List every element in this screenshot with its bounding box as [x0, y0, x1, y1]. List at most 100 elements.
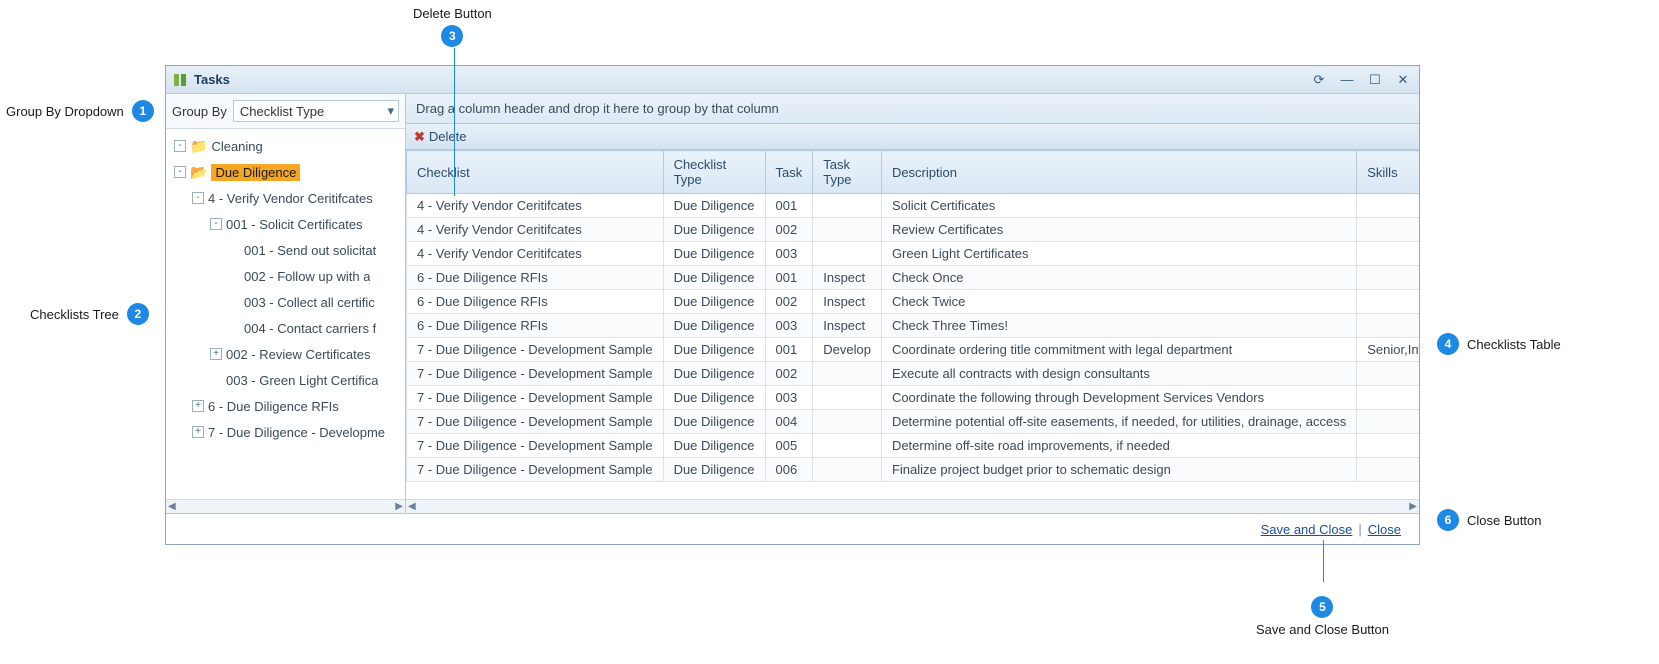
column-header[interactable]: Skills [1357, 151, 1419, 194]
table-row[interactable]: 6 - Due Diligence RFIsDue Diligence001In… [407, 266, 1420, 290]
expand-icon[interactable]: + [192, 426, 204, 438]
table-cell: 002 [765, 290, 813, 314]
delete-icon[interactable]: ✖ [414, 129, 425, 145]
groupby-dropdown[interactable]: Checklist Type [233, 100, 399, 122]
collapse-icon[interactable]: - [210, 218, 222, 230]
tree-node[interactable]: -📁Cleaning [174, 133, 405, 159]
maximize-icon[interactable]: ☐ [1365, 71, 1385, 89]
annotation-4: Checklists Table 4 [1437, 333, 1561, 355]
table-row[interactable]: 6 - Due Diligence RFIsDue Diligence002In… [407, 290, 1420, 314]
tree-node[interactable]: +6 - Due Diligence RFIs [192, 393, 405, 419]
scroll-right-icon[interactable]: ▶ [1409, 501, 1417, 512]
folder-open-icon: 📂 [190, 164, 207, 181]
expand-icon[interactable]: + [192, 400, 204, 412]
minimize-icon[interactable]: — [1337, 71, 1357, 89]
leader-line [1323, 540, 1324, 582]
table-row[interactable]: 7 - Due Diligence - Development SampleDu… [407, 458, 1420, 482]
table-cell: Senior,Intermediate [1357, 338, 1419, 362]
annotation-label: Checklists Tree [30, 307, 119, 322]
column-header[interactable]: Checklist [407, 151, 664, 194]
tree-node[interactable]: 004 - Contact carriers f [228, 315, 405, 341]
grid-hscrollbar[interactable]: ◀ ▶ [406, 499, 1419, 513]
table-cell: Develop [813, 338, 882, 362]
table-cell [1357, 410, 1419, 434]
table-cell [813, 386, 882, 410]
annotation-3: Delete Button 3 [413, 6, 492, 47]
tree-node-label: Cleaning [211, 139, 262, 154]
group-drop-area[interactable]: Drag a column header and drop it here to… [406, 94, 1419, 124]
table-cell: 4 - Verify Vendor Ceritifcates [407, 218, 664, 242]
expand-icon[interactable]: + [210, 348, 222, 360]
table-cell: Due Diligence [663, 362, 765, 386]
table-cell: Due Diligence [663, 434, 765, 458]
tree-node[interactable]: 003 - Collect all certific [228, 289, 405, 315]
column-header[interactable]: Description [881, 151, 1356, 194]
table-row[interactable]: 7 - Due Diligence - Development SampleDu… [407, 434, 1420, 458]
delete-button[interactable]: Delete [429, 129, 467, 144]
table-row[interactable]: 7 - Due Diligence - Development SampleDu… [407, 410, 1420, 434]
tree-node-label: 003 - Green Light Certifica [226, 373, 378, 388]
refresh-icon[interactable]: ⟳ [1309, 71, 1329, 89]
column-header[interactable]: Task Type [813, 151, 882, 194]
table-cell [1357, 314, 1419, 338]
table-cell [1357, 290, 1419, 314]
scroll-left-icon[interactable]: ◀ [408, 501, 416, 512]
table-row[interactable]: 7 - Due Diligence - Development SampleDu… [407, 362, 1420, 386]
column-header[interactable]: Checklist Type [663, 151, 765, 194]
table-cell [813, 218, 882, 242]
annotation-badge: 1 [132, 100, 154, 122]
save-and-close-button[interactable]: Save and Close [1261, 522, 1353, 537]
table-cell: Check Twice [881, 290, 1356, 314]
table-row[interactable]: 7 - Due Diligence - Development SampleDu… [407, 338, 1420, 362]
annotation-label: Checklists Table [1467, 337, 1561, 352]
tree-node[interactable]: 003 - Green Light Certifica [210, 367, 405, 393]
tree-node-label: Due Diligence [211, 164, 300, 181]
tree-hscrollbar[interactable]: ◀ ▶ [166, 499, 405, 513]
tree-node-label: 002 - Review Certificates [226, 347, 371, 362]
table-cell: Due Diligence [663, 314, 765, 338]
table-cell: Determine potential off-site easements, … [881, 410, 1356, 434]
table-row[interactable]: 7 - Due Diligence - Development SampleDu… [407, 386, 1420, 410]
collapse-icon[interactable]: - [174, 140, 186, 152]
tree-node[interactable]: 002 - Follow up with a [228, 263, 405, 289]
table-cell: 002 [765, 218, 813, 242]
tree-spacer [228, 244, 240, 256]
leader-line [454, 48, 455, 196]
table-cell: Finalize project budget prior to schemat… [881, 458, 1356, 482]
table-cell [813, 410, 882, 434]
table-cell: Due Diligence [663, 242, 765, 266]
tree-node-label: 004 - Contact carriers f [244, 321, 376, 336]
annotation-badge: 2 [127, 303, 149, 325]
column-header[interactable]: Task [765, 151, 813, 194]
content-area: Group By Checklist Type -📁Cleaning-📂Due … [166, 94, 1419, 514]
tree-node[interactable]: -4 - Verify Vendor Ceritifcates [192, 185, 405, 211]
table-cell: 005 [765, 434, 813, 458]
table-cell: Due Diligence [663, 458, 765, 482]
table-cell: 6 - Due Diligence RFIs [407, 314, 664, 338]
tree-node[interactable]: +002 - Review Certificates [210, 341, 405, 367]
scroll-right-icon[interactable]: ▶ [395, 501, 403, 512]
close-icon[interactable]: ✕ [1393, 71, 1413, 89]
close-button[interactable]: Close [1368, 522, 1401, 537]
table-row[interactable]: 4 - Verify Vendor CeritifcatesDue Dilige… [407, 218, 1420, 242]
scroll-left-icon[interactable]: ◀ [168, 501, 176, 512]
table-row[interactable]: 6 - Due Diligence RFIsDue Diligence003In… [407, 314, 1420, 338]
window-buttons: ⟳ — ☐ ✕ [1309, 71, 1413, 89]
table-cell: Due Diligence [663, 386, 765, 410]
tree-node[interactable]: -001 - Solicit Certificates [210, 211, 405, 237]
checklists-tree[interactable]: -📁Cleaning-📂Due Diligence-4 - Verify Ven… [166, 129, 405, 499]
tree-node-label: 001 - Send out solicitat [244, 243, 376, 258]
table-cell: 6 - Due Diligence RFIs [407, 266, 664, 290]
window-title: Tasks [194, 72, 1309, 87]
tree-node[interactable]: -📂Due Diligence [174, 159, 405, 185]
collapse-icon[interactable]: - [174, 166, 186, 178]
table-cell: 6 - Due Diligence RFIs [407, 290, 664, 314]
table-cell: Review Certificates [881, 218, 1356, 242]
collapse-icon[interactable]: - [192, 192, 204, 204]
tree-node-label: 002 - Follow up with a [244, 269, 370, 284]
table-row[interactable]: 4 - Verify Vendor CeritifcatesDue Dilige… [407, 242, 1420, 266]
grid-scroll[interactable]: ChecklistChecklist TypeTaskTask TypeDesc… [406, 150, 1419, 499]
tree-node[interactable]: 001 - Send out solicitat [228, 237, 405, 263]
table-row[interactable]: 4 - Verify Vendor CeritifcatesDue Dilige… [407, 194, 1420, 218]
tree-node[interactable]: +7 - Due Diligence - Developme [192, 419, 405, 445]
